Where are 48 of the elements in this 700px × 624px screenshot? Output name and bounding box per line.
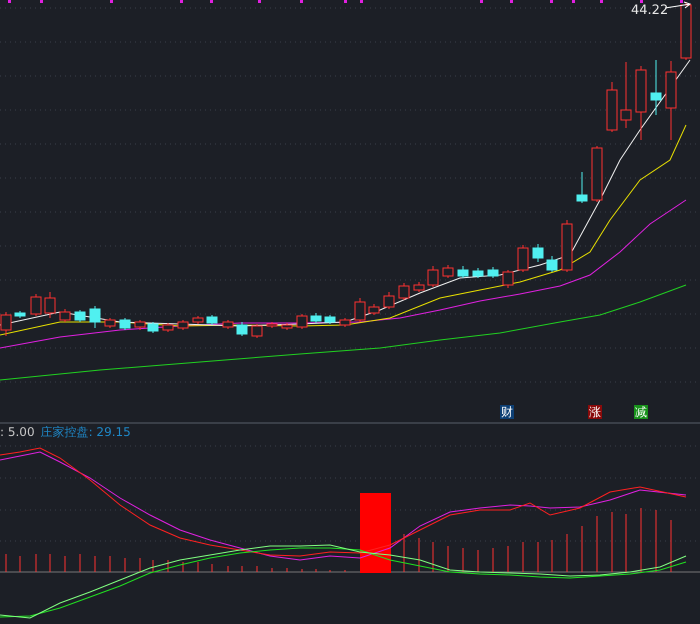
indicator-value: 庄家控盘: 29.15 [40,424,131,440]
candlestick [354,298,366,322]
candlestick [472,268,484,278]
indicator-value: : 5.00 [0,425,35,439]
candlestick [428,266,438,288]
candlestick [296,314,308,330]
candlestick [458,266,468,278]
candlestick [14,310,26,318]
candlestick [502,270,514,288]
candlestick [60,308,70,322]
candlestick [236,322,248,336]
candlestick [44,292,56,318]
candlestick [104,318,116,328]
candlestick [606,82,618,132]
candlestick [162,322,174,332]
candlestick [282,322,292,330]
candlestick [620,62,632,128]
candlestick [398,282,410,300]
signal-marker: 财 [500,405,514,419]
signal-marker: 减 [634,405,648,419]
candlestick [178,320,188,330]
candlestick [134,320,146,330]
candlestick [148,322,158,334]
candlestick [222,320,234,330]
candlestick [532,244,544,262]
candlestick [546,256,558,272]
candlestick [74,310,86,322]
candlestick [120,318,130,330]
candlestick [414,282,424,292]
candlestick [324,314,336,324]
candlestick [340,318,350,328]
last-price-label: 44.22 [631,3,668,18]
candlestick [90,306,100,328]
candlestick [30,294,42,316]
candlestick [592,146,602,202]
candlestick [576,172,588,204]
candlestick [192,316,204,324]
candlestick [562,220,572,272]
candlestick [650,60,662,116]
candlestick [310,312,322,324]
candlestick [488,266,498,278]
signal-marker: 涨 [588,405,602,419]
candlestick [252,324,262,338]
candlestick [442,264,454,278]
candlestick [384,292,394,310]
candlestick [518,244,528,272]
candlestick [368,304,380,316]
candlestick [206,314,218,326]
